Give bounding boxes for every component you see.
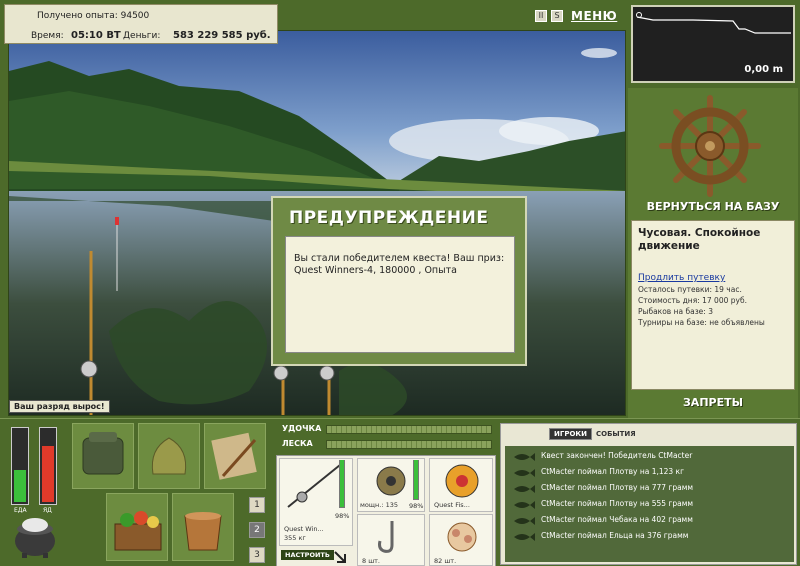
fish-icon [514, 485, 535, 493]
time-label: Время: [31, 31, 64, 41]
fish-icon [514, 517, 535, 525]
money-value: 583 229 585 руб. [173, 30, 271, 41]
bag-slot[interactable] [138, 423, 200, 489]
bans-button[interactable]: ЗАПРЕТЫ [632, 396, 794, 409]
event-text: CtMacter поймал Плотву на 777 грамм [541, 483, 694, 492]
bait-slot[interactable]: 82 шт. [429, 514, 493, 566]
backpack-slot[interactable] [72, 423, 134, 489]
menu-button[interactable]: МЕНЮ [571, 9, 617, 23]
bucket-slot[interactable] [172, 493, 234, 561]
event-text: Квест закончен! Победитель CtMacter [541, 451, 693, 460]
rod-durability-bar [339, 460, 345, 508]
event-text: CtMacter поймал Плотву на 555 грамм [541, 499, 694, 508]
hook-icon [378, 521, 394, 553]
events-panel: ИГРОКИ СОБЫТИЯ Квест закончен! Победител… [500, 423, 797, 565]
fish-icon [514, 453, 535, 461]
event-text: CtMacter поймал Плотву на 1,123 кг [541, 467, 685, 476]
reel-percent: 98% [409, 502, 424, 510]
events-tabs: ИГРОКИ СОБЫТИЯ [549, 428, 636, 440]
bottom-panel: ЕДА ЯД 1 2 3 УДОЧКА ЛЕСКА Quest Win... 3… [0, 418, 800, 566]
warning-dialog[interactable]: ПРЕДУПРЕЖДЕНИЕ Вы стали победителем квес… [271, 196, 527, 366]
line-name: Quest Fis... [434, 501, 470, 509]
player-info-panel: Получено опыта: 94500 Время: 05:10 ВТ Де… [4, 4, 278, 44]
rod-label: УДОЧКА [282, 424, 322, 433]
location-info: Чусовая. Спокойное движение Продлить пут… [631, 220, 795, 390]
bait-count: 82 шт. [434, 557, 457, 565]
line-tension-bar [326, 440, 492, 449]
food-basket-slot[interactable] [106, 493, 168, 561]
permit-remaining: Осталось путевки: 19 час. [638, 285, 742, 294]
line-spool-slot[interactable]: Quest Fis... [429, 458, 493, 512]
hook-slot[interactable]: 8 шт. [357, 514, 425, 566]
events-list: Квест закончен! Победитель CtMacter CtMa… [505, 446, 794, 562]
rod-tension-bar [326, 425, 492, 434]
rank-up-toast: Ваш разряд вырос! [9, 400, 110, 413]
sound-icon[interactable]: S [551, 10, 563, 22]
sack-icon [151, 437, 187, 475]
setup-button[interactable]: НАСТРОИТЬ [281, 550, 334, 560]
return-to-base-button[interactable]: ВЕРНУТЬСЯ НА БАЗУ [632, 200, 794, 213]
line-label: ЛЕСКА [282, 439, 313, 448]
event-text: CtMacter поймал Чебака на 402 грамм [541, 515, 693, 524]
depth-panel: 0,00 m [631, 5, 795, 83]
backpack-icon [82, 432, 124, 475]
slot-2-button[interactable]: 2 [249, 522, 265, 538]
list-item: CtMacter поймал Чебака на 402 грамм [511, 514, 791, 528]
rod-percent: 98% [335, 512, 350, 520]
slot-1-button[interactable]: 1 [249, 497, 265, 513]
time-value: 05:10 ВТ [71, 30, 121, 41]
status-meters: ЕДА ЯД [9, 427, 63, 514]
depth-value: 0,00 m [744, 64, 783, 75]
base-panel: ВЕРНУТЬСЯ НА БАЗУ Чусовая. Спокойное дви… [628, 88, 798, 418]
fish-icon [514, 501, 535, 509]
day-cost: Стоимость дня: 17 000 руб. [638, 296, 747, 305]
fish-icon [514, 469, 535, 477]
extend-permit-link[interactable]: Продлить путевку [638, 273, 788, 283]
list-item: CtMacter поймал Ельца на 376 грамм [511, 530, 791, 544]
poison-meter [39, 427, 57, 505]
exp-value: 94500 [120, 11, 150, 21]
rod-name: Quest Win... [284, 525, 324, 533]
money-label: Деньги: [123, 31, 161, 41]
exp-label: Получено опыта: [37, 11, 118, 21]
warning-message: Вы стали победителем квеста! Ваш приз: Q… [285, 236, 515, 353]
fish-icon [514, 533, 535, 541]
list-item: CtMacter поймал Плотву на 777 грамм [511, 482, 791, 496]
tension-bars: УДОЧКА ЛЕСКА [278, 423, 492, 453]
spool-icon [445, 464, 479, 498]
tab-players[interactable]: ИГРОКИ [549, 428, 592, 440]
pause-icon[interactable]: II [535, 10, 547, 22]
tackle-panel: Quest Win... 355 кг 98% мощн.: 135 98% Q… [276, 455, 496, 566]
paper-pen-icon [211, 432, 257, 480]
arrow-down-right-icon[interactable] [333, 550, 347, 564]
rod-weight: 355 кг [284, 534, 306, 542]
reel-power: мощн.: 135 [360, 501, 398, 509]
cooking-pot-icon[interactable] [10, 513, 60, 559]
ship-wheel-icon[interactable] [658, 94, 762, 198]
list-item: Квест закончен! Победитель CtMacter [511, 450, 791, 464]
tournaments-info: Турниры на базе: не объявлены [638, 318, 765, 327]
map-slot[interactable] [204, 423, 266, 489]
tab-events[interactable]: СОБЫТИЯ [596, 430, 636, 438]
food-meter [11, 427, 29, 505]
list-item: CtMacter поймал Плотву на 1,123 кг [511, 466, 791, 480]
rod-icon [287, 464, 341, 508]
bait-icon [447, 522, 477, 552]
location-title: Чусовая. Спокойное движение [638, 227, 761, 252]
hook-count: 8 шт. [362, 557, 381, 565]
bucket-icon [184, 512, 222, 551]
event-text: CtMacter поймал Ельца на 376 грамм [541, 531, 689, 540]
reel-icon [376, 466, 406, 496]
reel-durability-bar [413, 460, 419, 500]
slot-3-button[interactable]: 3 [249, 547, 265, 563]
fishers-count: Рыбаков на базе: 3 [638, 307, 713, 316]
warning-title: ПРЕДУПРЕЖДЕНИЕ [289, 208, 489, 228]
basket-icon [114, 511, 162, 551]
list-item: CtMacter поймал Плотву на 555 грамм [511, 498, 791, 512]
top-toolbar: II S МЕНЮ [535, 9, 617, 23]
